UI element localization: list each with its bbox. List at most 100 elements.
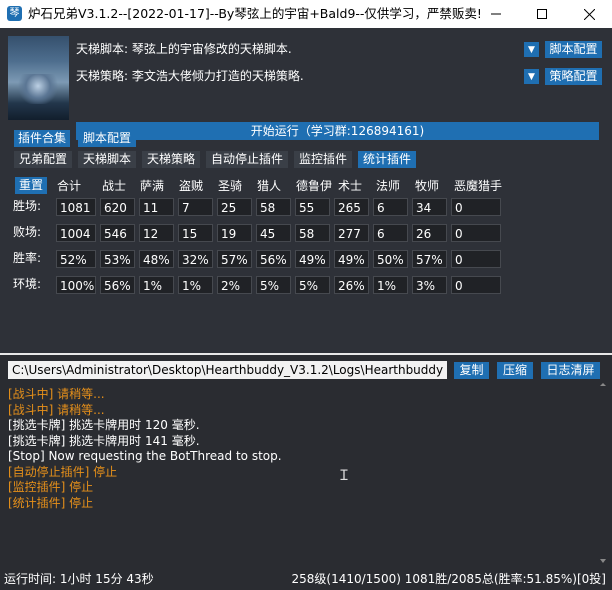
stat-cell: 55 — [295, 198, 330, 216]
col-header: 术士 — [338, 179, 363, 193]
stat-cell: 45 — [256, 224, 291, 242]
tab-stats-plugin[interactable]: 统计插件 — [358, 151, 416, 168]
stat-cell: 6 — [373, 198, 408, 216]
stat-cell: 0 — [451, 224, 501, 242]
tab-monitor-plugin[interactable]: 监控插件 — [294, 151, 352, 168]
stat-cell: 546 — [100, 224, 135, 242]
stat-cell: 5% — [256, 276, 291, 294]
text-cursor-icon: Ｉ — [337, 468, 351, 484]
tab-plugin-collection[interactable]: 插件合集 — [14, 130, 70, 147]
log-output[interactable]: [战斗中] 请稍等... [战斗中] 请稍等... [挑选卡牌] 挑选卡牌用时 … — [8, 387, 598, 511]
row-label-environment: 环境: — [13, 277, 42, 291]
stat-cell: 6 — [373, 224, 408, 242]
log-scrollbar[interactable] — [597, 383, 609, 563]
col-header: 萨满 — [140, 179, 165, 193]
col-header: 猎人 — [257, 179, 282, 193]
script-dropdown[interactable]: ▼ — [524, 42, 539, 57]
tab-script-config[interactable]: 脚本配置 — [78, 130, 136, 147]
stat-cell: 5% — [295, 276, 330, 294]
scroll-up-icon — [600, 383, 606, 386]
stat-cell: 3% — [412, 276, 447, 294]
stat-cell: 1004 — [56, 224, 96, 242]
stat-cell: 34 — [412, 198, 447, 216]
stat-cell: 49% — [295, 250, 330, 268]
col-header: 法师 — [376, 179, 401, 193]
log-path-field[interactable]: C:\Users\Administrator\Desktop\Hearthbud… — [8, 361, 447, 379]
stat-cell: 19 — [217, 224, 252, 242]
col-header: 恶魔猎手 — [454, 179, 503, 193]
script-config-button[interactable]: 脚本配置 — [545, 41, 602, 58]
log-line: [战斗中] 请稍等... — [8, 402, 105, 417]
minimize-button[interactable] — [473, 0, 519, 28]
row-label-winrate: 胜率: — [13, 251, 42, 265]
chevron-down-icon: ▼ — [528, 44, 535, 55]
strategy-dropdown[interactable]: ▼ — [524, 69, 539, 84]
script-selected-text: 天梯脚本: 琴弦上的宇宙修改的天梯脚本. — [76, 42, 292, 56]
log-line: [Stop] Now requesting the BotThread to s… — [8, 449, 282, 463]
summary-text: 258级(1410/1500) 1081胜/2085总(胜率:51.85%)[0… — [291, 572, 607, 586]
stat-cell: 58 — [295, 224, 330, 242]
log-line: [挑选卡牌] 挑选卡牌用时 141 毫秒. — [8, 433, 200, 448]
stat-cell: 50% — [373, 250, 408, 268]
stat-cell: 1% — [373, 276, 408, 294]
close-button[interactable] — [566, 0, 612, 28]
row-label-losses: 败场: — [13, 225, 42, 239]
title-bar: 琴 炉石兄弟V3.1.2--[2022-01-17]--By琴弦上的宇宙+Bal… — [0, 0, 612, 28]
reset-button[interactable]: 重置 — [15, 177, 47, 194]
compress-button[interactable]: 压缩 — [497, 362, 533, 379]
maximize-button[interactable] — [519, 0, 565, 28]
col-header: 圣骑 — [218, 179, 243, 193]
minimize-icon — [491, 13, 501, 15]
stat-cell: 58 — [256, 198, 291, 216]
col-header: 合计 — [57, 179, 82, 193]
log-line: [战斗中] 请稍等... — [8, 387, 105, 401]
col-header: 牧师 — [415, 179, 440, 193]
script-thumbnail — [8, 36, 69, 120]
stat-cell: 620 — [100, 198, 135, 216]
strategy-selected-text: 天梯策略: 李文浩大佬倾力打造的天梯策略. — [76, 69, 304, 83]
tab-ladder-script[interactable]: 天梯脚本 — [78, 151, 136, 168]
stat-cell: 0 — [451, 276, 501, 294]
stat-cell: 0 — [451, 198, 501, 216]
stat-cell: 277 — [334, 224, 369, 242]
scroll-down-icon — [600, 559, 606, 563]
tab-ladder-strategy[interactable]: 天梯策略 — [142, 151, 200, 168]
stat-cell: 265 — [334, 198, 369, 216]
stat-cell: 32% — [178, 250, 213, 268]
col-header: 盗贼 — [179, 179, 204, 193]
stat-cell: 26 — [412, 224, 447, 242]
stat-cell: 57% — [412, 250, 447, 268]
stat-cell: 0 — [451, 250, 501, 268]
stat-cell: 1% — [178, 276, 213, 294]
stat-cell: 26% — [334, 276, 369, 294]
tab-brother-config[interactable]: 兄弟配置 — [14, 151, 72, 168]
start-run-button[interactable]: 开始运行（学习群:126894161) — [76, 122, 599, 140]
row-label-wins: 胜场: — [13, 199, 42, 213]
stat-cell: 48% — [139, 250, 174, 268]
stat-cell: 100% — [56, 276, 96, 294]
stat-cell: 2% — [217, 276, 252, 294]
stat-cell: 57% — [217, 250, 252, 268]
chevron-down-icon: ▼ — [528, 71, 535, 82]
log-line: [自动停止插件] 停止 — [8, 464, 118, 479]
runtime-text: 运行时间: 1小时 15分 43秒 — [4, 572, 154, 586]
stat-cell: 49% — [334, 250, 369, 268]
log-panel: C:\Users\Administrator\Desktop\Hearthbud… — [0, 355, 612, 569]
main-panel: 天梯脚本: 琴弦上的宇宙修改的天梯脚本. ▼ 脚本配置 天梯策略: 李文浩大佬倾… — [0, 28, 612, 353]
stat-cell: 12 — [139, 224, 174, 242]
app-icon: 琴 — [7, 6, 22, 21]
stat-cell: 56% — [100, 276, 135, 294]
status-bar: 运行时间: 1小时 15分 43秒 258级(1410/1500) 1081胜/… — [0, 569, 612, 590]
stat-cell: 1% — [139, 276, 174, 294]
col-header: 战士 — [102, 179, 127, 193]
tab-auto-stop-plugin[interactable]: 自动停止插件 — [206, 151, 288, 168]
stat-cell: 7 — [178, 198, 213, 216]
col-header: 德鲁伊 — [296, 179, 333, 193]
strategy-config-button[interactable]: 策略配置 — [545, 68, 602, 85]
copy-button[interactable]: 复制 — [454, 362, 489, 379]
window-title: 炉石兄弟V3.1.2--[2022-01-17]--By琴弦上的宇宙+Bald9… — [28, 6, 482, 21]
stat-cell: 25 — [217, 198, 252, 216]
stat-cell: 11 — [139, 198, 174, 216]
stat-cell: 53% — [100, 250, 135, 268]
clear-log-button[interactable]: 日志清屏 — [541, 362, 600, 379]
